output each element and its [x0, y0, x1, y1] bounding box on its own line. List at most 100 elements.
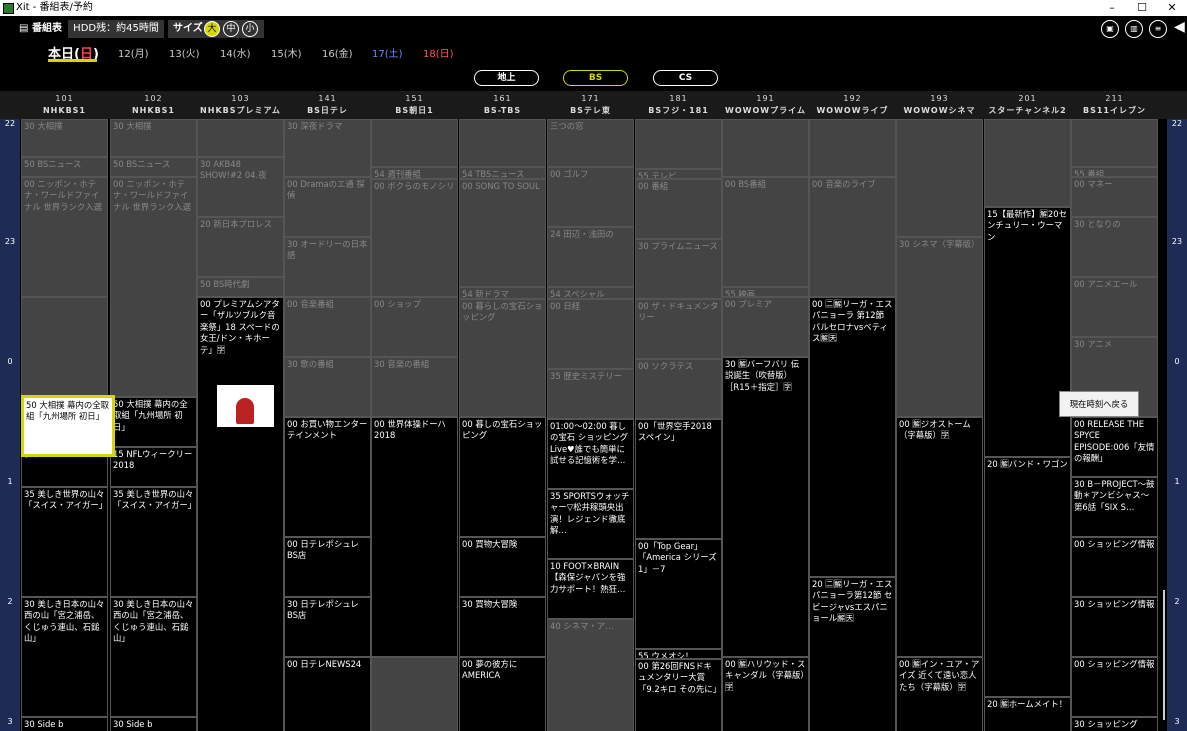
program-cell[interactable]: 00 ショッピング情報 [1071, 657, 1158, 717]
program-cell[interactable]: 00 SONG TO SOUL [459, 179, 546, 287]
channel-column-header[interactable]: 101 NHKBS1 [21, 93, 108, 119]
day-tab-saturday[interactable]: 17(土) [372, 45, 403, 60]
day-tab[interactable]: 15(木) [271, 45, 302, 60]
program-cell[interactable]: 55 テレビ [635, 169, 722, 179]
program-cell[interactable]: 54 スペシャル [547, 287, 634, 299]
program-cell[interactable]: 00 日テレポシュレBS店 [284, 537, 371, 597]
program-cell[interactable]: 30 Side b [21, 717, 108, 731]
band-cs-button[interactable]: CS [653, 70, 718, 86]
day-tab[interactable]: 13(火) [169, 45, 200, 60]
band-terrestrial-button[interactable]: 地上 [474, 70, 539, 86]
day-tab[interactable]: 14(水) [220, 45, 251, 60]
program-cell[interactable]: 30 🈖バーフバリ 伝説誕生（吹替版）［R15＋指定］🈑 [722, 357, 809, 657]
channel-column-header[interactable]: 171 BSテレ東 [547, 93, 634, 119]
program-cell[interactable] [459, 119, 546, 167]
program-cell[interactable]: 20 🈖バンド・ワゴン [984, 457, 1071, 697]
program-cell[interactable]: 35 美しき世界の山々「スイス・アイガー」 [21, 487, 108, 597]
channel-column-header[interactable]: 103 NHKBSプレミアム [197, 93, 284, 119]
program-cell[interactable]: 30 ショッピング [1071, 717, 1158, 731]
program-cell[interactable]: 50 BSニュース [110, 157, 197, 177]
day-tab[interactable]: 12(月) [118, 45, 149, 60]
program-cell[interactable]: 55 番組 [1071, 167, 1158, 177]
program-cell[interactable] [722, 119, 809, 177]
epg-label[interactable]: 番組表 [32, 20, 62, 38]
program-cell[interactable]: 30 深夜ドラマ [284, 119, 371, 177]
size-large-button[interactable]: 大 [204, 21, 220, 37]
tv-icon[interactable]: ▣ [1101, 20, 1119, 38]
program-cell[interactable]: 01:00〜02:00 暮しの宝石 ショッピング Live♥誰でも簡単に試せる記… [547, 419, 634, 489]
channel-column-header[interactable]: 191 WOWOWプライム [722, 93, 809, 119]
size-small-button[interactable]: 小 [242, 21, 258, 37]
program-cell[interactable]: 00 ザ・ドキュメンタリー [635, 299, 722, 359]
program-cell[interactable]: 00 音楽のライブ [809, 177, 896, 297]
selected-program-popup[interactable]: 50 大相撲 幕内の全取組「九州場所 初日」 [21, 395, 115, 457]
program-cell[interactable]: 三つの窓 [547, 119, 634, 167]
program-cell[interactable]: 00「世界空手2018 スペイン」 [635, 419, 722, 539]
program-cell[interactable]: 00 ニッポン・ホテナ・ワールドファイナル 世界ランク入選 [110, 177, 197, 397]
program-cell[interactable]: 30 大相撲 [21, 119, 108, 157]
program-cell[interactable]: 30 美しき日本の山々 西の山「宮之浦岳、くじゅう連山、石鎚山」 [21, 597, 108, 717]
program-cell[interactable]: 20 🈖ホームメイト！ [984, 697, 1071, 731]
maximize-button[interactable]: ☐ [1127, 0, 1157, 16]
day-tab-sunday[interactable]: 18(日) [423, 45, 454, 60]
program-cell[interactable]: 00 RELEASE THE SPYCE EPISODE:006「友情の報酬」 [1071, 417, 1158, 477]
channel-column-header[interactable]: 193 WOWOWシネマ [896, 93, 983, 119]
program-cell[interactable]: 10 FOOT×BRAIN【森保ジャパンを強力サポート！熱狂… [547, 559, 634, 619]
program-cell[interactable]: 00 アニメエール [1071, 277, 1158, 337]
program-cell[interactable]: 00 日経 [547, 299, 634, 369]
program-cell[interactable]: 00 暮しの宝石ショッピング [459, 417, 546, 537]
program-cell[interactable]: 00 プレミアムシアター「ザルツブルク音楽祭」18 スペードの女王/ドン・キホー… [197, 297, 284, 731]
program-cell[interactable]: 30 音楽の番組 [371, 357, 458, 417]
program-cell[interactable] [1071, 119, 1158, 167]
channel-column-header[interactable]: 201 スターチャンネル2 [984, 93, 1071, 119]
program-cell[interactable]: 30 日テレポシュレBS店 [284, 597, 371, 657]
scroll-indicator[interactable] [1163, 590, 1165, 720]
program-cell[interactable]: 00 夢の彼方にAMERICA [459, 657, 546, 731]
program-cell[interactable]: 30 B－PROJECT～鼓動＊アンビシャス～ 第6話「SIX S… [1071, 477, 1158, 537]
program-cell[interactable]: 00 買物大冒険 [459, 537, 546, 597]
program-cell[interactable]: 00 ソクラテス [635, 359, 722, 419]
program-cell[interactable]: 15【最新作】🈖20センチュリー・ウーマン [984, 207, 1071, 457]
program-cell[interactable]: 55 ウメオシ！ [635, 649, 722, 659]
program-cell[interactable] [896, 119, 983, 237]
program-cell[interactable]: 00 音楽番組 [284, 297, 371, 357]
program-cell[interactable]: 40 シネマ・ア… [547, 619, 634, 731]
band-bs-button[interactable]: BS [563, 70, 628, 86]
program-cell[interactable]: 00 🈖イン・ユア・アイズ 近くて遠い恋人たち（字幕版）🈑 [896, 657, 983, 731]
program-cell[interactable]: 30 美しき日本の山々 西の山「宮之浦岳、くじゅう連山、石鎚山」 [110, 597, 197, 717]
program-cell[interactable] [635, 119, 722, 169]
collapse-arrow-icon[interactable]: ◀ [1174, 18, 1185, 36]
program-cell[interactable]: 00 ショッピング情報 [1071, 537, 1158, 597]
program-cell[interactable]: 50 BSニュース [21, 157, 108, 177]
channel-column-header[interactable]: 151 BS朝日1 [371, 93, 458, 119]
program-cell[interactable] [197, 119, 284, 157]
program-cell[interactable]: 00 プレミア [722, 297, 809, 357]
program-cell[interactable]: 00 🈖ジオストーム（字幕版）🈑 [896, 417, 983, 657]
program-cell[interactable]: 00「Top Gear」「America シリーズ1」－7 [635, 539, 722, 649]
day-tab[interactable]: 16(金) [322, 45, 353, 60]
program-cell[interactable]: 15 NFLウィークリー 2018 [110, 447, 197, 487]
program-cell[interactable]: 35 歴史ミステリー [547, 369, 634, 419]
program-cell[interactable]: 00 BS番組 [722, 177, 809, 287]
program-cell[interactable]: 35 SPORTSウォッチャー▽松井稼頭央出演！レジェンド徹底解… [547, 489, 634, 559]
program-cell[interactable]: 00 マネー [1071, 177, 1158, 217]
channel-column-header[interactable]: 102 NHKBS1 [110, 93, 197, 119]
program-cell[interactable]: 20 新日本プロレス [197, 217, 284, 277]
program-cell[interactable]: 50 大相撲 幕内の全取組「九州場所 初日」 [110, 397, 197, 447]
program-cell[interactable]: 00 🈖ハリウッド・スキャンダル（字幕版）🈑 [722, 657, 809, 731]
program-cell[interactable]: 35 美しき世界の山々「スイス・アイガー」 [110, 487, 197, 597]
program-cell[interactable]: 30 Side b [110, 717, 197, 731]
program-cell[interactable]: 00 Dramaのエ通 探偵 [284, 177, 371, 237]
program-cell[interactable]: 20 🈔🈖リーガ・エスパニョーラ第12節 セビージャvsエスパニョール🈖🈗 [809, 577, 896, 731]
program-cell[interactable] [984, 119, 1071, 207]
program-cell[interactable]: 00 日テレNEWS24 [284, 657, 371, 731]
program-cell[interactable]: 00 暮らしの宝石ショッピング [459, 299, 546, 417]
program-cell[interactable] [809, 119, 896, 177]
channel-column-header[interactable]: 161 BS-TBS [459, 93, 546, 119]
program-cell[interactable] [371, 119, 458, 167]
program-cell[interactable] [21, 297, 108, 397]
bcas-icon[interactable]: ▥ [1125, 20, 1143, 38]
program-cell[interactable]: 00 ゴルフ [547, 167, 634, 227]
size-medium-button[interactable]: 中 [223, 21, 239, 37]
program-cell[interactable]: 54 TBSニュース [459, 167, 546, 179]
